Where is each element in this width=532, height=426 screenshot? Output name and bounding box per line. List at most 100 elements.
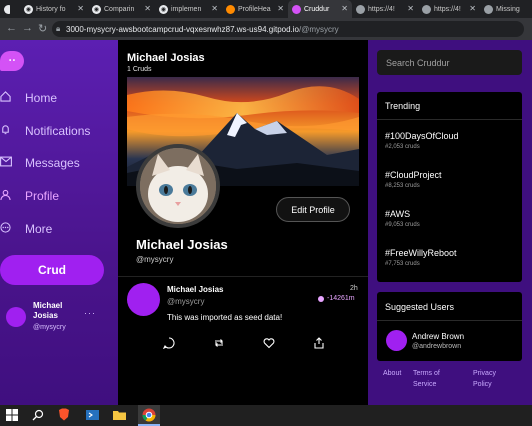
tab-missing[interactable]: Missing	[480, 0, 532, 18]
close-icon[interactable]: ✕	[277, 4, 284, 13]
tab-title: https://4!	[434, 5, 461, 13]
nav-item-messages[interactable]: Messages	[0, 153, 80, 173]
tab-history[interactable]: ◉ History fo ✕	[20, 0, 88, 18]
gitpod-icon	[226, 4, 235, 14]
tab-title: Comparin	[104, 5, 135, 13]
divider	[377, 320, 522, 321]
tab-implementing[interactable]: ◉ implemen ✕	[155, 0, 222, 18]
post-avatar[interactable]	[127, 283, 160, 316]
generic-tab-icon	[4, 4, 10, 14]
search-input[interactable]	[377, 50, 522, 75]
crud-button[interactable]: Crud	[0, 255, 104, 285]
tab-title: https://4!	[368, 5, 395, 13]
trend-tag[interactable]: #100DaysOfCloud	[385, 131, 459, 141]
close-icon[interactable]: ✕	[211, 4, 218, 13]
close-icon[interactable]: ✕	[144, 4, 151, 13]
sidebar-user-name: Michael Josias	[33, 301, 63, 320]
github-icon: ◉	[24, 4, 33, 14]
nav-item-profile[interactable]: Profile	[0, 186, 59, 206]
bomb-icon	[318, 295, 324, 302]
globe-icon	[356, 4, 365, 14]
repost-icon[interactable]	[213, 336, 227, 350]
file-explorer-icon[interactable]	[113, 408, 128, 423]
reload-icon[interactable]: ↻	[38, 22, 47, 35]
suggested-users-panel: Suggested Users Andrew Brown @andrewbrow…	[377, 292, 522, 361]
powershell-icon[interactable]	[86, 408, 101, 423]
reply-icon[interactable]	[162, 336, 177, 350]
back-icon[interactable]: ←	[6, 22, 17, 34]
tab-title: History fo	[36, 5, 66, 13]
like-icon[interactable]	[263, 336, 277, 350]
trend-tag[interactable]: #AWS	[385, 209, 410, 219]
footer-about-link[interactable]: About	[383, 368, 401, 379]
tab-profile-header[interactable]: ProfileHea ✕	[222, 0, 288, 18]
github-icon: ◉	[92, 4, 101, 14]
brave-browser-icon[interactable]	[58, 408, 73, 423]
chrome-taskbar-icon[interactable]	[138, 405, 160, 426]
avatar[interactable]	[386, 330, 407, 351]
windows-start-icon[interactable]	[6, 408, 21, 423]
tab-cruddur[interactable]: Cruddur ✕	[288, 0, 352, 18]
left-sidebar: • • Home Notifications Messages Profile …	[0, 40, 118, 405]
search-icon[interactable]	[32, 408, 47, 423]
browser-toolbar: ← → ↻ 🔒︎ 3000-mysycry-awsbootcampcrud-vq…	[0, 18, 532, 40]
trend-count: #9,053 cruds	[385, 222, 420, 228]
nav-item-more[interactable]: More	[0, 219, 52, 239]
tab-title: Missing	[496, 5, 520, 13]
avatar[interactable]	[6, 307, 26, 327]
close-icon[interactable]: ✕	[469, 4, 476, 13]
share-icon[interactable]	[313, 336, 327, 350]
trend-count: #7,753 cruds	[385, 261, 420, 267]
home-icon	[0, 91, 18, 105]
url-path: /@mysycry	[299, 24, 339, 34]
post-timestamp: 2h	[350, 285, 358, 292]
footer-terms-link[interactable]: Terms of Service	[413, 368, 453, 390]
nav-label: Profile	[25, 189, 60, 203]
more-icon	[0, 222, 18, 236]
tab-url-2[interactable]: https://4! ✕	[418, 0, 480, 18]
suggested-heading: Suggested Users	[385, 302, 455, 312]
cruddur-logo[interactable]: • •	[0, 51, 24, 71]
tab-comparing[interactable]: ◉ Comparin ✕	[88, 0, 155, 18]
crud-count: 1 Cruds	[127, 66, 152, 73]
trend-tag[interactable]: #CloudProject	[385, 170, 442, 180]
divider	[118, 276, 368, 277]
trending-heading: Trending	[385, 101, 421, 111]
close-icon[interactable]: ✕	[407, 4, 414, 13]
suggested-user-handle: @andrewbrown	[412, 343, 462, 350]
profile-handle: @mysycry	[136, 255, 174, 264]
trend-tag[interactable]: #FreeWillyReboot	[385, 248, 457, 258]
forward-icon[interactable]: →	[22, 22, 33, 34]
globe-icon	[484, 4, 493, 14]
more-options-icon[interactable]: ···	[84, 308, 96, 318]
post-author-handle: @mysycry	[167, 297, 205, 306]
person-icon	[0, 189, 18, 204]
post-author-name[interactable]: Michael Josias	[167, 285, 223, 294]
footer-privacy-link[interactable]: Privacy Policy	[473, 368, 505, 390]
browser-tab-strip: ◉ History fo ✕ ◉ Comparin ✕ ◉ implemen ✕ Profi…	[0, 0, 532, 18]
tab-url-1[interactable]: https://4! ✕	[352, 0, 418, 18]
tab-title: implemen	[171, 5, 202, 13]
trend-count: #8,253 cruds	[385, 183, 420, 189]
taskbar	[0, 405, 532, 426]
globe-icon	[422, 4, 431, 14]
close-icon[interactable]: ✕	[77, 4, 84, 13]
edit-profile-button[interactable]: Edit Profile	[276, 197, 350, 222]
mail-icon	[0, 156, 18, 170]
page-title: Michael Josias	[127, 52, 205, 64]
github-icon: ◉	[159, 4, 168, 14]
address-bar[interactable]: 🔒︎ 3000-mysycry-awsbootcampcrud-vqxesnwh…	[52, 21, 524, 37]
close-icon[interactable]: ✕	[341, 4, 348, 13]
suggested-user-name[interactable]: Andrew Brown	[412, 332, 464, 341]
nav-label: More	[25, 222, 53, 236]
nav-item-home[interactable]: Home	[0, 88, 57, 108]
nav-label: Messages	[25, 156, 80, 170]
trend-count: #2,053 cruds	[385, 144, 420, 150]
sidebar-user-handle: @mysycry	[33, 324, 66, 331]
tab-partial[interactable]	[0, 0, 10, 18]
profile-display-name: Michael Josias	[136, 237, 228, 252]
nav-label: Home	[25, 91, 58, 105]
main-feed: Michael Josias 1 Cruds Edit Profile Mich…	[118, 40, 368, 405]
nav-item-notifications[interactable]: Notifications	[0, 121, 90, 141]
right-sidebar: Trending #100DaysOfCloud #2,053 cruds #C…	[368, 40, 532, 405]
